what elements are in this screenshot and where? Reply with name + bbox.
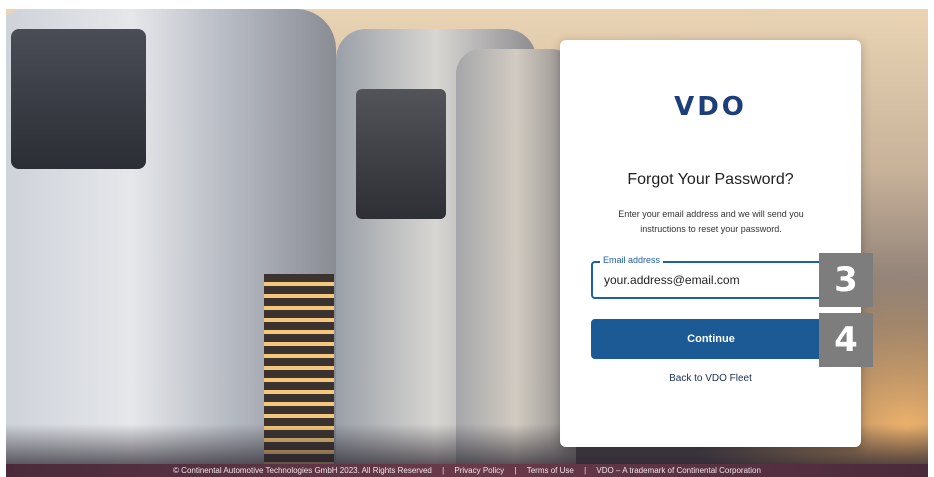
footer-separator: | [584, 466, 587, 475]
truck-image [456, 49, 576, 464]
privacy-policy-link[interactable]: Privacy Policy [454, 466, 504, 475]
step-4-badge: 4 [819, 313, 873, 367]
step-3-badge: 3 [819, 253, 873, 307]
footer: © Continental Automotive Technologies Gm… [6, 464, 928, 477]
email-label: Email address [600, 255, 664, 265]
reset-password-card: VDO Forgot Your Password? Enter your ema… [560, 40, 861, 447]
trademark-text: VDO – A trademark of Continental Corpora… [596, 466, 761, 475]
instructions-text: Enter your email address and we will sen… [618, 209, 804, 234]
footer-separator: | [514, 466, 517, 475]
copyright-text: © Continental Automotive Technologies Gm… [173, 466, 432, 475]
page-title: Forgot Your Password? [627, 171, 794, 188]
email-input[interactable] [604, 271, 819, 289]
terms-of-use-link[interactable]: Terms of Use [527, 466, 574, 475]
back-to-vdo-fleet-link[interactable]: Back to VDO Fleet [560, 373, 861, 384]
email-field[interactable]: Email address [591, 255, 829, 299]
truck-image [6, 9, 336, 464]
vdo-logo: VDO [674, 92, 747, 122]
continue-button[interactable]: Continue [591, 319, 831, 359]
footer-separator: | [442, 466, 445, 475]
